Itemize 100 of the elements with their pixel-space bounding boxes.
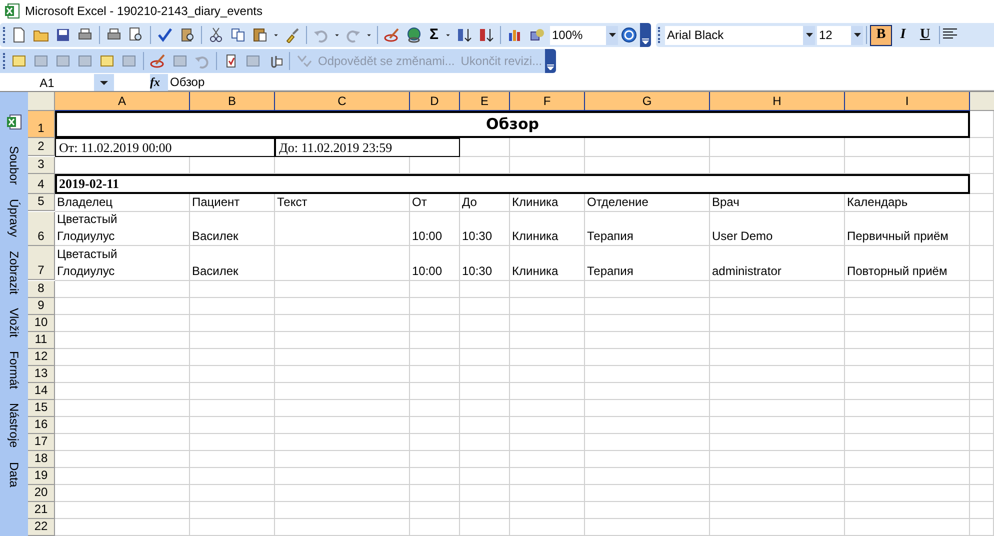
table-cell-text: User Demo xyxy=(711,228,773,246)
row-header[interactable]: 18 xyxy=(28,451,55,468)
italic-button[interactable]: I xyxy=(892,24,914,46)
table-cell: 2019-02-11 xyxy=(55,174,970,194)
toolbar-grip[interactable] xyxy=(658,27,661,43)
font-dropdown[interactable]: Arial Black xyxy=(665,26,815,44)
column-header[interactable]: I xyxy=(845,92,970,111)
table-cell-text: Василек xyxy=(191,228,238,246)
table-cell xyxy=(460,451,510,468)
column-header[interactable]: A xyxy=(55,92,190,111)
row-header[interactable]: 13 xyxy=(28,366,55,383)
row-header[interactable]: 20 xyxy=(28,485,55,502)
table-cell xyxy=(970,349,994,366)
table-cell xyxy=(410,451,460,468)
row-header[interactable]: 7 xyxy=(28,246,55,280)
font-size-dropdown[interactable]: 12 xyxy=(817,26,863,44)
table-cell-text: Отделение xyxy=(586,194,648,211)
menu-item[interactable]: Data xyxy=(8,462,20,488)
row-header[interactable]: 16 xyxy=(28,417,55,434)
table-cell xyxy=(410,502,460,519)
table-cell-text: Цветастый Глодиулус xyxy=(56,212,118,246)
table-cell-text: Текст xyxy=(276,194,308,211)
table-cell: До: 11.02.2019 23:59 xyxy=(275,138,460,157)
table-cell xyxy=(460,138,510,157)
table-cell-text: Цветастый Глодиулус xyxy=(56,246,118,280)
insert-function-button[interactable]: fx xyxy=(150,74,168,91)
table-cell-text: Владелец xyxy=(56,194,113,211)
dropdown-button[interactable] xyxy=(94,74,114,91)
menu-item[interactable]: Úpravy xyxy=(8,198,20,237)
row-header[interactable]: 6 xyxy=(28,212,55,246)
toolbar-grip[interactable] xyxy=(3,53,6,69)
formula-field[interactable]: Обзор xyxy=(168,74,994,91)
table-cell: От: 11.02.2019 00:00 xyxy=(55,138,275,157)
column-header[interactable]: D xyxy=(410,92,460,111)
row-header[interactable]: 22 xyxy=(28,519,55,536)
row-header[interactable]: 19 xyxy=(28,468,55,485)
table-cell xyxy=(460,434,510,451)
column-header[interactable]: E xyxy=(460,92,510,111)
bold-button[interactable]: B xyxy=(870,24,892,46)
corner-header xyxy=(28,92,55,111)
table-cell-text: 10:00 xyxy=(411,228,442,246)
table-cell xyxy=(460,349,510,366)
table-cell-text: Клиника xyxy=(511,263,558,280)
table-cell xyxy=(970,281,994,298)
table-cell xyxy=(410,383,460,400)
table-cell xyxy=(410,417,460,434)
row-header[interactable]: 10 xyxy=(28,315,55,332)
table-cell xyxy=(970,468,994,485)
caret-icon xyxy=(100,80,108,84)
toolbar-options-icon[interactable] xyxy=(545,49,556,73)
table-cell xyxy=(970,138,994,157)
menu-item[interactable]: Nástroje xyxy=(8,403,20,448)
row-header[interactable]: 2 xyxy=(28,138,55,156)
table-cell-text: Василек xyxy=(191,263,238,280)
table-cell xyxy=(460,298,510,315)
table-cell xyxy=(970,434,994,451)
table-cell xyxy=(410,349,460,366)
spreadsheet-icon[interactable] xyxy=(6,114,22,130)
toolbar-options-icon[interactable] xyxy=(640,23,651,47)
table-cell xyxy=(460,157,510,174)
table-cell xyxy=(460,468,510,485)
table-cell xyxy=(460,366,510,383)
column-header[interactable]: C xyxy=(275,92,410,111)
column-header[interactable]: H xyxy=(710,92,845,111)
row-header[interactable]: 12 xyxy=(28,349,55,366)
row-header[interactable]: 3 xyxy=(28,157,55,174)
table-cell xyxy=(970,332,994,349)
column-header[interactable]: F xyxy=(510,92,585,111)
row-header[interactable]: 21 xyxy=(28,502,55,519)
excel-logo-icon xyxy=(4,3,20,19)
table-cell-text: Врач xyxy=(711,194,740,211)
column-header[interactable]: B xyxy=(190,92,275,111)
row-header[interactable]: 8 xyxy=(28,281,55,298)
menu-item[interactable]: Vložit xyxy=(8,308,20,338)
table-cell xyxy=(970,451,994,468)
table-cell xyxy=(410,366,460,383)
row-header[interactable]: 17 xyxy=(28,434,55,451)
menu-item[interactable]: Formát xyxy=(8,351,20,390)
row-header[interactable]: 5 xyxy=(28,194,55,211)
row-header[interactable]: 14 xyxy=(28,383,55,400)
row-header[interactable]: 11 xyxy=(28,332,55,349)
autosum-button[interactable]: Σ xyxy=(425,24,443,46)
zoom-dropdown[interactable]: 100% xyxy=(550,26,618,44)
table-cell-text: Клиника xyxy=(511,228,558,246)
column-header[interactable]: G xyxy=(585,92,710,111)
table-cell xyxy=(970,111,994,138)
row-header[interactable]: 15 xyxy=(28,400,55,417)
table-cell xyxy=(970,400,994,417)
menu-item[interactable]: Zobrazit xyxy=(8,250,20,294)
row-header[interactable]: 4 xyxy=(28,174,55,194)
table-cell xyxy=(460,383,510,400)
menu-item[interactable]: Soubor xyxy=(8,146,20,185)
table-cell xyxy=(410,157,460,174)
row-header[interactable]: 9 xyxy=(28,298,55,315)
table-cell-text: До xyxy=(461,194,477,211)
toolbar-grip[interactable] xyxy=(3,27,6,43)
table-cell xyxy=(970,417,994,434)
table-cell-text: 10:30 xyxy=(461,228,492,246)
underline-button[interactable]: U xyxy=(914,24,936,46)
row-header[interactable]: 1 xyxy=(28,111,55,138)
